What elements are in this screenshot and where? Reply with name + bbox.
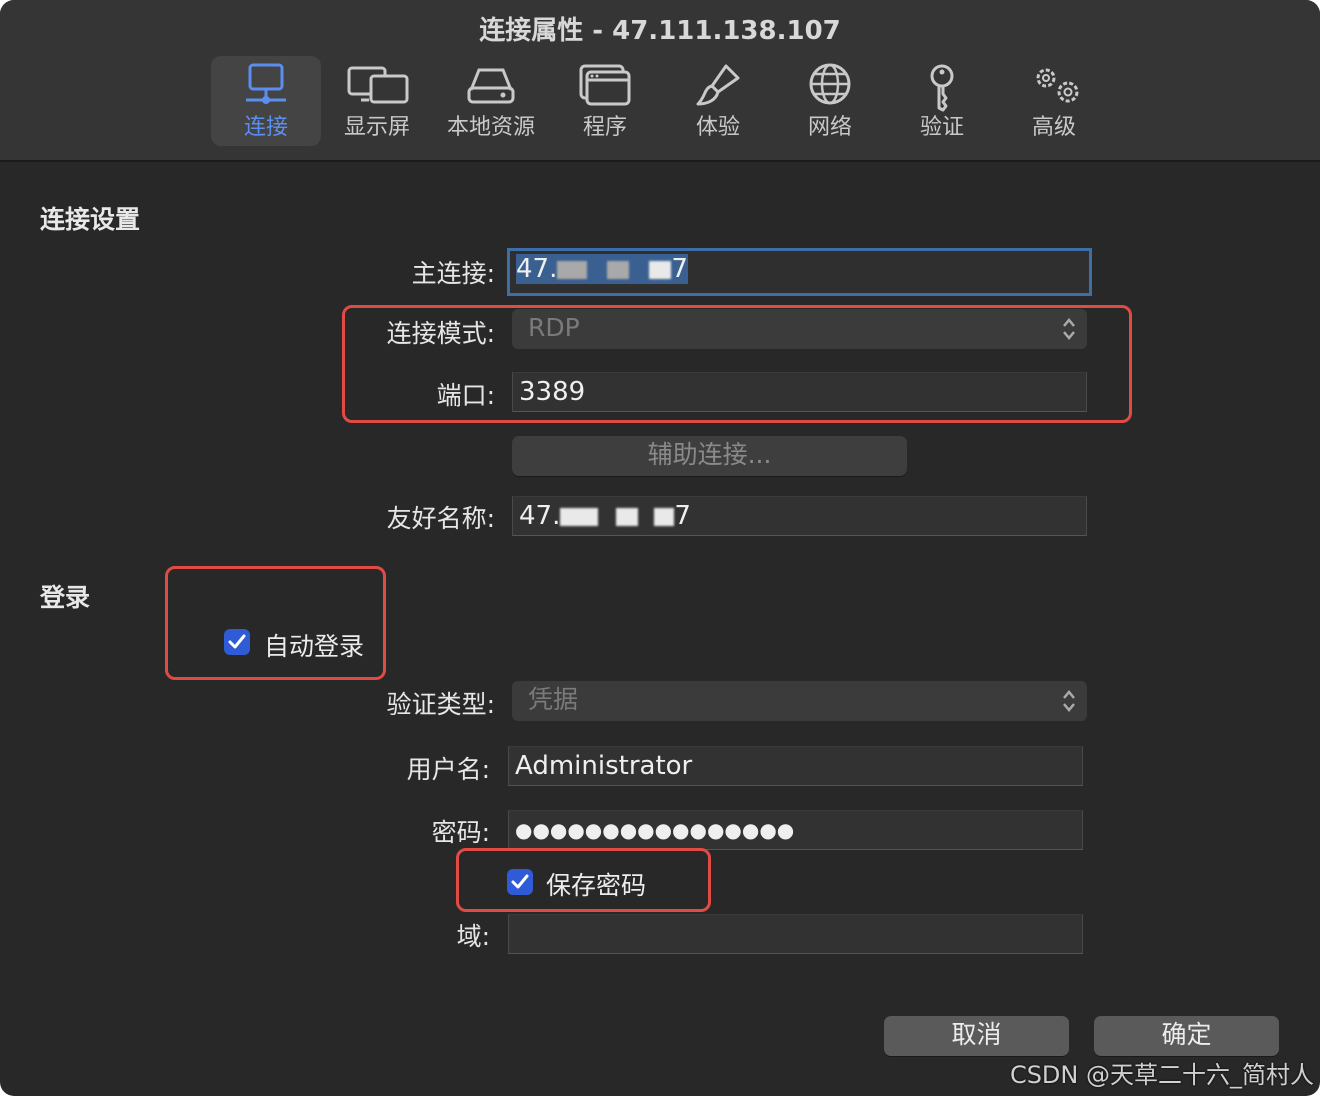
host-value-selection: 47. 7 — [516, 254, 688, 284]
chevron-updown-icon — [1063, 690, 1075, 712]
host-value-prefix: 47. — [516, 254, 558, 284]
domain-label: 域: — [456, 922, 490, 951]
displays-icon — [347, 66, 409, 104]
host-label: 主连接: — [411, 259, 495, 288]
friendly-value-prefix: 47. — [519, 501, 561, 531]
tab-label: 本地资源 — [446, 115, 535, 140]
password-label: 密码: — [431, 818, 490, 847]
tab-label: 网络 — [807, 115, 852, 140]
auth-type-value: 凭据 — [528, 685, 579, 714]
gears-icon — [1036, 68, 1079, 103]
tab-label: 验证 — [919, 115, 964, 140]
tab-label: 显示屏 — [343, 115, 410, 140]
friendly-name-label: 友好名称: — [386, 504, 495, 533]
username-input[interactable]: Administrator — [508, 746, 1083, 786]
tab-label: 程序 — [582, 115, 627, 140]
tab-network[interactable]: 网络 — [775, 56, 885, 146]
redaction-blur — [557, 260, 588, 279]
assist-connection-button[interactable]: 辅助连接... — [512, 436, 907, 476]
annotation-box-save-password — [456, 848, 711, 912]
ok-button[interactable]: 确定 — [1094, 1016, 1279, 1056]
cancel-button[interactable]: 取消 — [884, 1016, 1069, 1056]
connection-properties-window: 连接属性 - 47.111.138.107 连接 显示屏 本地资源 程序 体验 … — [0, 0, 1320, 1096]
section-title-login: 登录 — [40, 583, 91, 612]
toolbar: 连接属性 - 47.111.138.107 连接 显示屏 本地资源 程序 体验 … — [0, 0, 1320, 162]
auth-type-select[interactable]: 凭据 — [512, 681, 1087, 721]
host-input[interactable]: 47. 7 — [507, 248, 1092, 296]
auth-type-label: 验证类型: — [386, 690, 495, 719]
tab-programs[interactable]: 程序 — [550, 56, 660, 146]
redaction-blur — [649, 260, 672, 279]
redaction-blur — [616, 507, 639, 526]
tab-displays[interactable]: 显示屏 — [322, 56, 432, 146]
annotation-box-mode-port — [342, 305, 1132, 423]
redaction-blur — [654, 507, 675, 526]
app-window-icon — [579, 64, 631, 106]
monitor-network-icon — [246, 63, 286, 104]
friendly-name-input[interactable]: 47. 7 — [512, 496, 1087, 536]
tab-local-resources[interactable]: 本地资源 — [436, 56, 546, 146]
drive-icon — [467, 68, 515, 104]
tab-label: 连接 — [243, 115, 288, 140]
domain-input[interactable] — [508, 914, 1083, 954]
key-icon — [930, 64, 954, 112]
password-input[interactable]: ●●●●●●●●●●●●●●●● — [508, 810, 1083, 850]
tab-label: 高级 — [1031, 115, 1076, 140]
tab-label: 体验 — [695, 115, 740, 140]
tab-experience[interactable]: 体验 — [663, 56, 773, 146]
section-title-connection: 连接设置 — [40, 205, 141, 234]
watermark: CSDN @天草二十六_简村人 — [1009, 1061, 1314, 1089]
redaction-blur — [560, 507, 599, 526]
friendly-value-suffix: 7 — [674, 501, 691, 531]
window-title: 连接属性 - 47.111.138.107 — [479, 16, 841, 46]
tab-advanced[interactable]: 高级 — [999, 56, 1109, 146]
tab-connection[interactable]: 连接 — [211, 56, 321, 146]
host-value-suffix: 7 — [671, 254, 688, 284]
globe-icon — [809, 63, 851, 105]
paintbrush-icon — [696, 64, 740, 106]
tab-authentication[interactable]: 验证 — [887, 56, 997, 146]
username-label: 用户名: — [406, 755, 490, 784]
redaction-blur — [607, 260, 630, 279]
annotation-box-auto-login — [165, 566, 386, 680]
